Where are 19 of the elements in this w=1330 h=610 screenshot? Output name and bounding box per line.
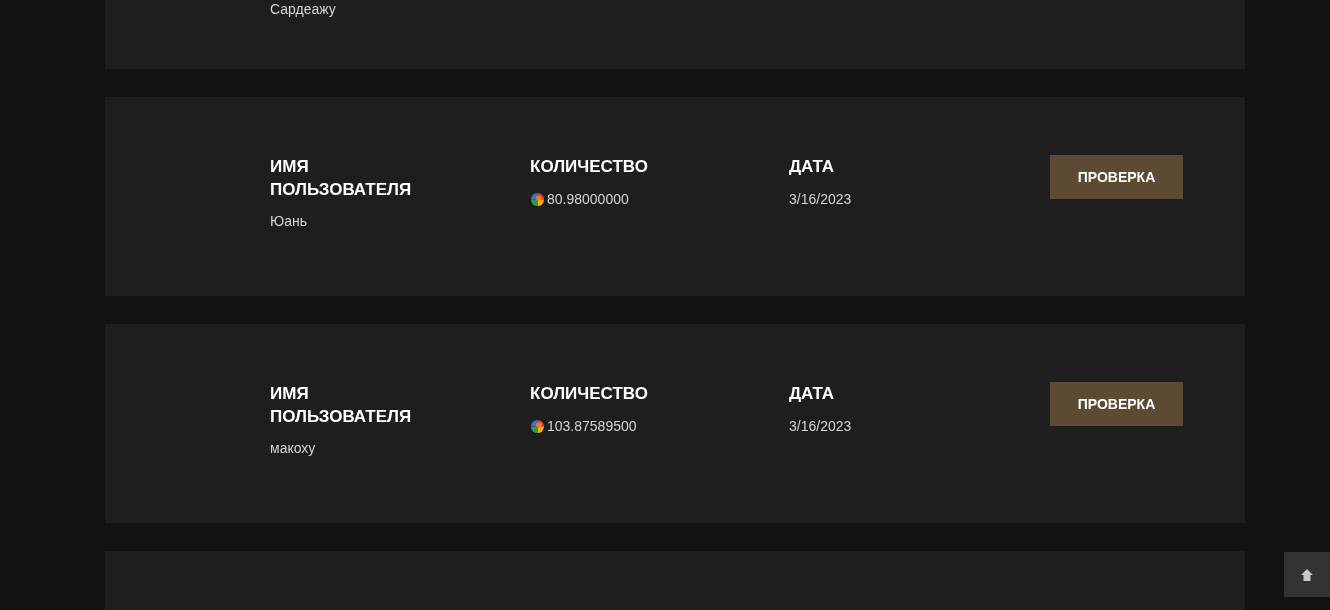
username-value: Юань — [270, 212, 307, 230]
coin-icon — [530, 191, 545, 207]
amount-value: 80.98000000 — [547, 190, 629, 208]
username-heading: ИМЯ ПОЛЬЗОВАТЕЛЯ — [270, 156, 413, 201]
coin-icon — [530, 418, 545, 434]
date-heading: ДАТА — [789, 156, 835, 178]
date-value: 3/16/2023 — [789, 417, 852, 435]
date-value: 3/16/2023 — [789, 190, 852, 208]
amount-heading: КОЛИЧЕСТВО — [530, 156, 648, 178]
username-value: макоху — [270, 439, 316, 457]
username-heading: ИМЯ ПОЛЬЗОВАТЕЛЯ — [270, 383, 413, 428]
amount-value: 103.87589500 — [547, 417, 637, 435]
scroll-to-top-button[interactable] — [1284, 552, 1330, 597]
check-button[interactable]: ПРОВЕРКА — [1050, 382, 1183, 426]
username-value: Сардеажу — [270, 0, 336, 18]
date-heading: ДАТА — [789, 383, 835, 405]
up-arrow-icon — [1300, 567, 1314, 582]
amount-heading: КОЛИЧЕСТВО — [530, 383, 648, 405]
check-button[interactable]: ПРОВЕРКА — [1050, 155, 1183, 199]
